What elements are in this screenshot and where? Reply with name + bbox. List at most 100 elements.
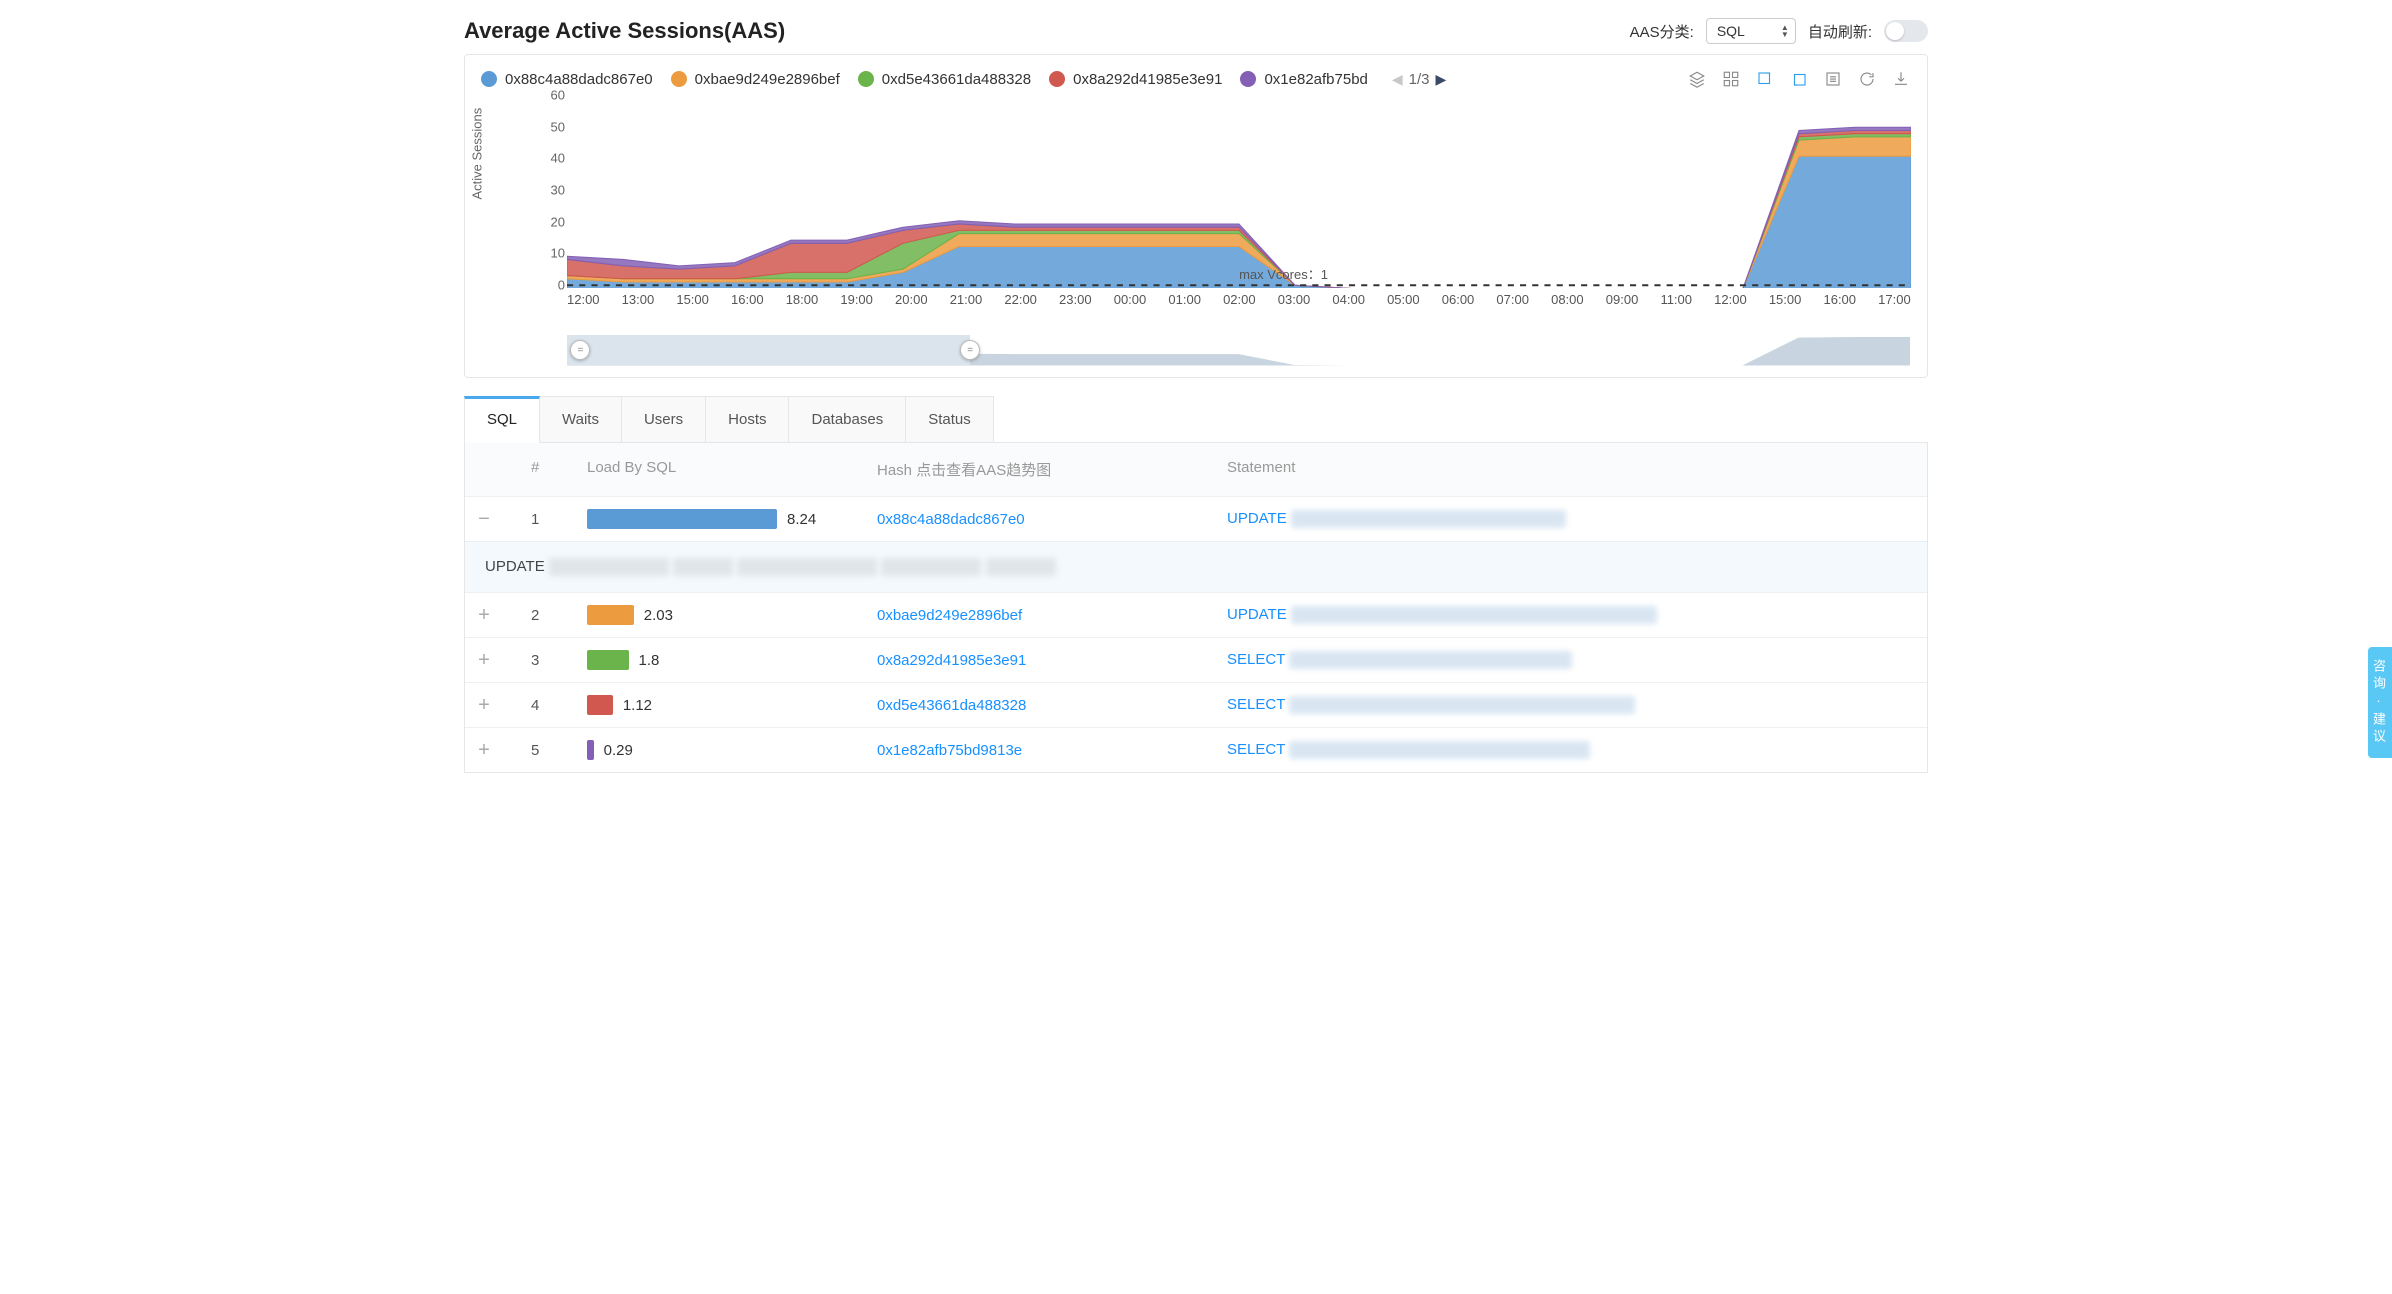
x-tick: 17:00 bbox=[1878, 292, 1911, 307]
y-axis-label: Active Sessions bbox=[470, 108, 485, 200]
row-statement[interactable]: UPDATE bbox=[1227, 510, 1917, 528]
y-tick: 10 bbox=[541, 246, 565, 261]
row-hash-link[interactable]: 0x8a292d41985e3e91 bbox=[877, 652, 1227, 669]
y-tick: 0 bbox=[541, 278, 565, 293]
row-statement[interactable]: SELECT bbox=[1227, 696, 1917, 714]
legend-item[interactable]: 0x8a292d41985e3e91 bbox=[1049, 71, 1222, 88]
collapse-icon[interactable]: − bbox=[475, 510, 493, 528]
legend-swatch-icon bbox=[481, 71, 497, 87]
legend-next-icon[interactable]: ▶ bbox=[1436, 71, 1447, 88]
auto-refresh-toggle[interactable] bbox=[1884, 20, 1928, 42]
legend-label: 0xd5e43661da488328 bbox=[882, 71, 1031, 88]
row-hash-link[interactable]: 0x1e82afb75bd9813e bbox=[877, 742, 1227, 759]
x-tick: 07:00 bbox=[1496, 292, 1529, 307]
tab-hosts[interactable]: Hosts bbox=[705, 396, 789, 442]
legend-label: 0xbae9d249e2896bef bbox=[695, 71, 840, 88]
col-rank: # bbox=[531, 459, 587, 480]
expand-icon[interactable]: + bbox=[475, 741, 493, 759]
table-row: +41.120xd5e43661da488328SELECT bbox=[465, 682, 1927, 727]
row-statement[interactable]: SELECT bbox=[1227, 741, 1917, 759]
x-tick: 03:00 bbox=[1278, 292, 1311, 307]
x-tick: 09:00 bbox=[1606, 292, 1639, 307]
max-vcores-annotation: max Vcores：1 bbox=[1239, 264, 1328, 283]
row-hash-link[interactable]: 0xbae9d249e2896bef bbox=[877, 607, 1227, 624]
y-tick: 60 bbox=[541, 88, 565, 103]
row-rank: 3 bbox=[531, 652, 587, 669]
list-icon[interactable] bbox=[1823, 69, 1843, 89]
row-load: 2.03 bbox=[587, 605, 877, 625]
x-tick: 23:00 bbox=[1059, 292, 1092, 307]
table-row: −18.240x88c4a88dadc867e0UPDATE bbox=[465, 496, 1927, 541]
expand-icon[interactable]: + bbox=[475, 696, 493, 714]
aas-chart-panel: 0x88c4a88dadc867e0 0xbae9d249e2896bef 0xd5… bbox=[464, 54, 1928, 378]
legend-item[interactable]: 0xd5e43661da488328 bbox=[858, 71, 1031, 88]
x-tick: 22:00 bbox=[1004, 292, 1037, 307]
row-hash-link[interactable]: 0xd5e43661da488328 bbox=[877, 697, 1227, 714]
chart-legend: 0x88c4a88dadc867e0 0xbae9d249e2896bef 0xd5… bbox=[481, 71, 1446, 88]
tab-users[interactable]: Users bbox=[621, 396, 706, 442]
auto-refresh-label: 自动刷新: bbox=[1808, 21, 1872, 42]
expand-icon[interactable]: + bbox=[475, 606, 493, 624]
select-chevrons-icon: ▲▼ bbox=[1781, 24, 1789, 38]
x-tick: 16:00 bbox=[1823, 292, 1856, 307]
legend-item[interactable]: 0xbae9d249e2896bef bbox=[671, 71, 840, 88]
legend-label: 0x8a292d41985e3e91 bbox=[1073, 71, 1222, 88]
row-rank: 2 bbox=[531, 607, 587, 624]
zoom-in-icon[interactable] bbox=[1755, 69, 1775, 89]
row-load: 8.24 bbox=[587, 509, 877, 529]
legend-item[interactable]: 0x1e82afb75bd bbox=[1240, 71, 1367, 88]
x-tick: 08:00 bbox=[1551, 292, 1584, 307]
row-load: 0.29 bbox=[587, 740, 877, 760]
table-row: +50.290x1e82afb75bd9813eSELECT bbox=[465, 727, 1927, 772]
layers-icon[interactable] bbox=[1687, 69, 1707, 89]
x-tick: 21:00 bbox=[950, 292, 983, 307]
x-tick: 12:00 bbox=[1714, 292, 1747, 307]
tab-sql[interactable]: SQL bbox=[464, 396, 540, 442]
tab-databases[interactable]: Databases bbox=[788, 396, 906, 442]
table-row: +31.80x8a292d41985e3e91SELECT bbox=[465, 637, 1927, 682]
time-scrubber[interactable]: = = bbox=[567, 335, 1911, 365]
x-tick: 18:00 bbox=[786, 292, 819, 307]
row-load: 1.8 bbox=[587, 650, 877, 670]
category-label: AAS分类: bbox=[1630, 21, 1694, 42]
tab-waits[interactable]: Waits bbox=[539, 396, 622, 442]
download-icon[interactable] bbox=[1891, 69, 1911, 89]
col-hash: Hash 点击查看AAS趋势图 bbox=[877, 459, 1227, 480]
feedback-side-tab[interactable]: 咨询·建议 bbox=[2368, 647, 2392, 758]
scrubber-handle-right[interactable]: = bbox=[960, 340, 980, 360]
legend-swatch-icon bbox=[671, 71, 687, 87]
x-tick: 11:00 bbox=[1660, 292, 1692, 307]
category-select[interactable]: SQL ▲▼ bbox=[1706, 18, 1796, 44]
legend-page: 1/3 bbox=[1409, 71, 1430, 88]
zoom-reset-icon[interactable] bbox=[1789, 69, 1809, 89]
legend-label: 0x88c4a88dadc867e0 bbox=[505, 71, 653, 88]
x-tick: 15:00 bbox=[1769, 292, 1802, 307]
table-header: # Load By SQL Hash 点击查看AAS趋势图 Statement bbox=[465, 443, 1927, 496]
chart-toolbar bbox=[1687, 69, 1911, 89]
detail-tabs: SQLWaitsUsersHostsDatabasesStatus bbox=[464, 396, 1928, 443]
sql-table: # Load By SQL Hash 点击查看AAS趋势图 Statement … bbox=[464, 443, 1928, 773]
legend-item[interactable]: 0x88c4a88dadc867e0 bbox=[481, 71, 653, 88]
y-tick: 40 bbox=[541, 151, 565, 166]
legend-swatch-icon bbox=[858, 71, 874, 87]
y-tick: 20 bbox=[541, 214, 565, 229]
aas-chart[interactable]: Active Sessions 0102030405060 12:0013:00… bbox=[481, 95, 1911, 335]
legend-prev-icon[interactable]: ◀ bbox=[1392, 71, 1403, 88]
tab-status[interactable]: Status bbox=[905, 396, 994, 442]
row-statement[interactable]: SELECT bbox=[1227, 651, 1917, 669]
row-load: 1.12 bbox=[587, 695, 877, 715]
x-tick: 05:00 bbox=[1387, 292, 1420, 307]
refresh-icon[interactable] bbox=[1857, 69, 1877, 89]
legend-label: 0x1e82afb75bd bbox=[1264, 71, 1367, 88]
scrubber-handle-left[interactable]: = bbox=[570, 340, 590, 360]
row-statement[interactable]: UPDATE bbox=[1227, 606, 1917, 624]
row-rank: 5 bbox=[531, 742, 587, 759]
grid-icon[interactable] bbox=[1721, 69, 1741, 89]
row-detail-panel: UPDATE bbox=[465, 541, 1927, 592]
x-tick: 15:00 bbox=[676, 292, 709, 307]
col-statement: Statement bbox=[1227, 459, 1917, 480]
row-hash-link[interactable]: 0x88c4a88dadc867e0 bbox=[877, 511, 1227, 528]
expand-icon[interactable]: + bbox=[475, 651, 493, 669]
x-tick: 00:00 bbox=[1114, 292, 1147, 307]
x-tick: 13:00 bbox=[622, 292, 655, 307]
